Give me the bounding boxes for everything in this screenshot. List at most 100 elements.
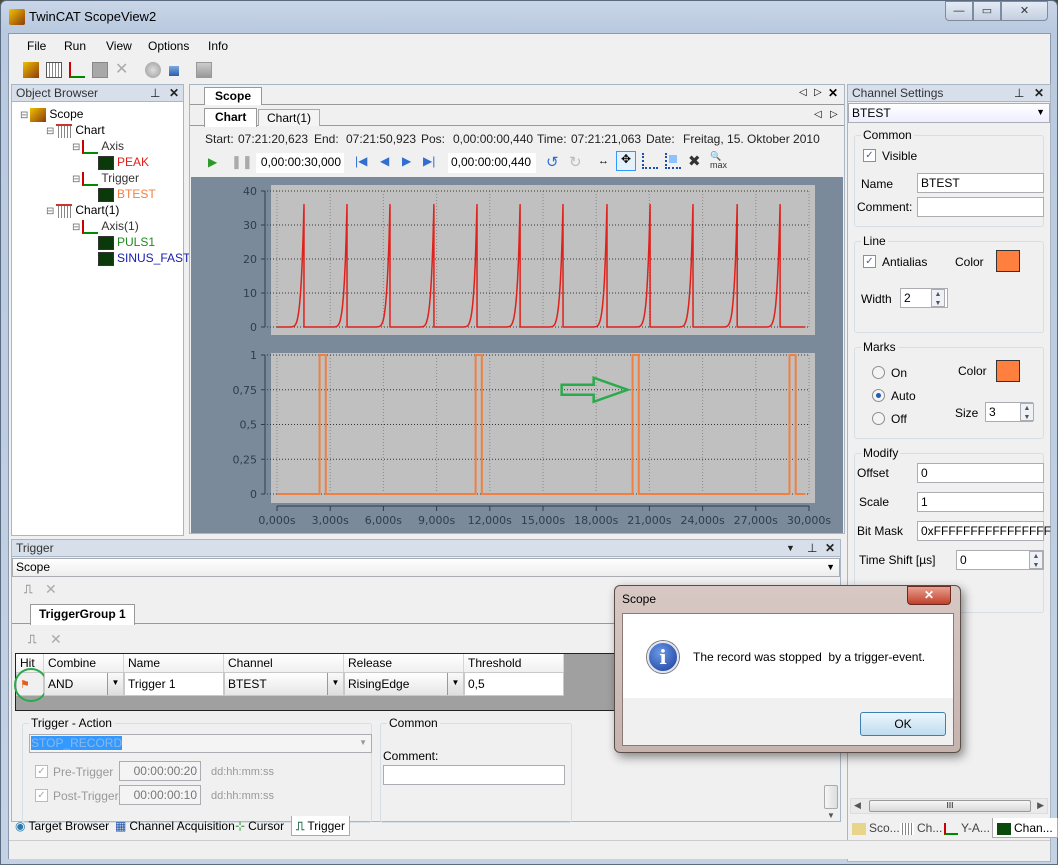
antialias-checkbox[interactable]: ✓: [863, 255, 876, 268]
column-combine[interactable]: Combine: [44, 654, 124, 672]
maximize-button[interactable]: ▭: [973, 1, 1001, 21]
release-dropdown[interactable]: RisingEdge ▼: [344, 672, 464, 696]
visible-checkbox[interactable]: ✓: [863, 149, 876, 162]
zoom-max-icon[interactable]: 🔍 max: [710, 152, 727, 170]
tab-scope[interactable]: Scope: [204, 87, 263, 105]
save-icon[interactable]: [196, 62, 212, 78]
scroll-left-icon[interactable]: ◁: [799, 87, 807, 98]
tab-channel-acquisition[interactable]: ▦ Channel Acquisition: [111, 816, 239, 836]
marks-off-radio[interactable]: [872, 412, 885, 425]
tab-chart[interactable]: Chart: [204, 108, 258, 127]
new-chart-icon[interactable]: [46, 62, 62, 78]
tab-trigger-group-1[interactable]: TriggerGroup 1: [30, 604, 135, 625]
expand-toggle-icon[interactable]: ⊟: [72, 222, 80, 233]
scroll-left-icon[interactable]: ◁: [814, 109, 822, 120]
ok-button[interactable]: OK: [860, 712, 946, 736]
column-release[interactable]: Release: [344, 654, 464, 672]
undo-icon[interactable]: ↺: [546, 153, 559, 171]
timeshift-spinner[interactable]: ▲ ▼: [1029, 551, 1043, 569]
marks-on-radio[interactable]: [872, 366, 885, 379]
new-axis-icon[interactable]: [69, 62, 85, 78]
tab-trigger[interactable]: ⎍ Trigger: [291, 816, 350, 836]
expand-toggle-icon[interactable]: ⊟: [46, 206, 54, 217]
tree-item[interactable]: ⊟ Axis: [72, 139, 124, 154]
post-trigger-checkbox[interactable]: ✓: [35, 789, 48, 802]
new-channel-icon[interactable]: [92, 62, 108, 78]
scroll-right-icon[interactable]: ▷: [830, 109, 838, 120]
expand-toggle-icon[interactable]: ⊟: [72, 142, 80, 153]
marks-color-swatch[interactable]: [996, 360, 1020, 382]
scroll-left-icon[interactable]: ◀: [854, 800, 861, 811]
pause-icon[interactable]: ❚❚: [231, 154, 253, 170]
new-scope-icon[interactable]: [23, 62, 39, 78]
add-trigger-icon[interactable]: ⎍: [28, 632, 36, 647]
delete-trigger-icon[interactable]: ✕: [50, 631, 62, 648]
tree-item[interactable]: ⊟ Axis(1): [72, 219, 139, 234]
column-channel[interactable]: Channel: [224, 654, 344, 672]
scrollbar-thumb[interactable]: III: [869, 800, 1031, 812]
tab-cursor[interactable]: ⊹ Cursor: [231, 816, 288, 836]
expand-toggle-icon[interactable]: ⊟: [20, 110, 28, 121]
span-field[interactable]: 0,00:00:30,000: [256, 153, 344, 173]
zoom-y-icon[interactable]: [665, 153, 681, 169]
width-spinner[interactable]: ▲ ▼: [931, 289, 945, 307]
trigger-scope-select[interactable]: Scope ▼: [12, 558, 840, 577]
delete-icon[interactable]: ✕: [115, 62, 131, 78]
pin-icon[interactable]: ⊥: [1014, 86, 1024, 100]
zoom-x-icon[interactable]: [642, 153, 658, 169]
add-trigger-group-icon[interactable]: ⎍: [24, 582, 32, 597]
tab-axis-settings[interactable]: Y-A...: [940, 818, 994, 838]
threshold-cell[interactable]: 0,5: [464, 672, 564, 696]
tree-item[interactable]: PULS1: [98, 235, 155, 250]
dialog-close-button[interactable]: ✕: [907, 586, 951, 605]
horizontal-scrollbar[interactable]: ◀ III ▶: [850, 798, 1048, 814]
line-color-swatch[interactable]: [996, 250, 1020, 272]
bitmask-input[interactable]: 0xFFFFFFFFFFFFFFFF: [917, 521, 1051, 541]
next-icon[interactable]: ▶: [402, 154, 411, 168]
tree-item[interactable]: PEAK: [98, 155, 149, 170]
action-select[interactable]: STOP_RECORD ▼: [29, 734, 372, 753]
scrollbar-thumb[interactable]: [824, 785, 838, 809]
chevron-down-icon[interactable]: ▼: [786, 543, 795, 553]
tab-chart-settings[interactable]: Ch...: [896, 818, 946, 838]
pre-trigger-input[interactable]: 00:00:00:20: [119, 761, 201, 781]
close-doc-icon[interactable]: ✕: [828, 86, 838, 100]
tree-item[interactable]: SINUS_FAST: [98, 251, 190, 266]
pre-trigger-checkbox[interactable]: ✓: [35, 765, 48, 778]
scale-input[interactable]: 1: [917, 492, 1044, 512]
stop-icon[interactable]: [169, 66, 179, 76]
close-window-button[interactable]: ✕: [1001, 1, 1048, 21]
menu-file[interactable]: File: [27, 39, 46, 53]
record-icon[interactable]: [145, 62, 161, 78]
pan-horizontal-icon[interactable]: ↔: [598, 155, 609, 167]
redo-icon[interactable]: ↻: [569, 153, 582, 171]
expand-toggle-icon[interactable]: ⊟: [46, 126, 54, 137]
menu-info[interactable]: Info: [208, 39, 228, 53]
menu-view[interactable]: View: [106, 39, 132, 53]
expand-toggle-icon[interactable]: ⊟: [72, 174, 80, 185]
close-panel-icon[interactable]: ✕: [169, 86, 179, 100]
minimize-button[interactable]: —: [945, 1, 973, 21]
trigger-comment-input[interactable]: [383, 765, 565, 785]
last-icon[interactable]: ▶|: [423, 154, 435, 168]
play-icon[interactable]: ▶: [208, 155, 217, 169]
post-trigger-input[interactable]: 00:00:00:10: [119, 785, 201, 805]
column-name[interactable]: Name: [124, 654, 224, 672]
delete-trigger-group-icon[interactable]: ✕: [45, 581, 57, 598]
channel-select[interactable]: BTEST ▼: [848, 103, 1050, 123]
close-panel-icon[interactable]: ✕: [825, 541, 835, 555]
pan-all-icon[interactable]: ✥: [616, 151, 636, 171]
tree-item[interactable]: BTEST: [98, 187, 156, 202]
marks-auto-radio[interactable]: [872, 389, 885, 402]
name-input[interactable]: BTEST: [917, 173, 1044, 193]
comment-input[interactable]: [917, 197, 1044, 217]
first-icon[interactable]: |◀: [355, 154, 367, 168]
tab-target-browser[interactable]: ◉ Target Browser: [11, 816, 113, 836]
menu-run[interactable]: Run: [64, 39, 86, 53]
combine-dropdown[interactable]: AND ▼: [44, 672, 124, 696]
tree-item[interactable]: ⊟ Chart: [46, 123, 105, 138]
tree-item[interactable]: ⊟ Trigger: [72, 171, 139, 186]
tree-item[interactable]: ⊟ Chart(1): [46, 203, 119, 218]
offset-input[interactable]: 0: [917, 463, 1044, 483]
zoom-reset-icon[interactable]: ✖: [688, 152, 701, 170]
